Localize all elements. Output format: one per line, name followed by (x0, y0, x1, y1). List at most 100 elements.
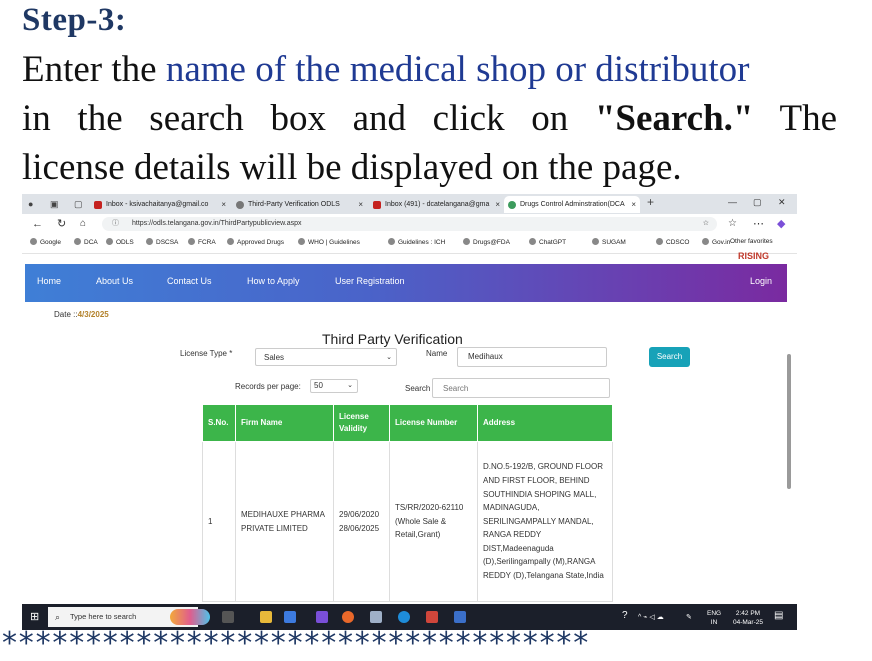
tab-gmail-2[interactable]: Inbox (491) - dcatelangana@gma × (369, 196, 504, 213)
nav-login[interactable]: Login (750, 276, 772, 286)
bookmark-item[interactable]: WHO | Guidelines (298, 238, 360, 246)
column-header[interactable]: Address (477, 404, 613, 442)
name-input[interactable]: Medihaux (457, 347, 607, 367)
table-search-input[interactable] (432, 378, 610, 398)
nav-about-us[interactable]: About Us (96, 276, 133, 286)
bookmark-item[interactable]: SUGAM (592, 238, 626, 246)
name-label: Name (426, 349, 448, 358)
nav-home[interactable]: Home (37, 276, 61, 286)
url-text: https://odls.telangana.gov.in/ThirdParty… (132, 220, 302, 227)
bookmark-icon (30, 238, 37, 245)
lang-top: ENG (707, 610, 722, 617)
cell-sno: 1 (202, 441, 236, 602)
profile-icon[interactable]: ● (28, 199, 38, 209)
nav-contact-us[interactable]: Contact Us (167, 276, 212, 286)
bookmark-icon (702, 238, 709, 245)
bookmark-icon (188, 238, 195, 245)
column-header[interactable]: License Validity (333, 404, 390, 442)
back-icon[interactable]: ← (32, 218, 43, 230)
scrollbar[interactable] (787, 354, 791, 489)
network-icon[interactable]: ✎ (686, 613, 692, 622)
bookmark-item[interactable]: FCRA (188, 238, 216, 246)
column-header[interactable]: Firm Name (235, 404, 334, 442)
widgets-icon[interactable] (170, 609, 210, 625)
dca-icon (508, 200, 516, 209)
copilot-app-icon[interactable] (284, 611, 296, 623)
minimize-icon[interactable]: — (728, 197, 737, 207)
bookmark-item[interactable]: ODLS (106, 238, 134, 246)
search-button[interactable]: Search (649, 347, 690, 367)
slide-title: Step-3: (22, 2, 127, 38)
close-icon[interactable]: × (631, 200, 636, 209)
bookmark-item[interactable]: CDSCO (656, 238, 689, 246)
results-table: S.No. Firm Name License Validity License… (202, 404, 613, 602)
bookmark-item[interactable]: DCA (74, 238, 98, 246)
bookmark-icon (298, 238, 305, 245)
language-indicator[interactable]: ENG IN (707, 609, 721, 627)
bookmark-item[interactable]: Guidelines : ICH (388, 238, 445, 246)
close-window-icon[interactable]: ✕ (778, 197, 786, 208)
site-info-icon[interactable]: ⓘ (112, 217, 119, 231)
tab-actions-icon[interactable]: ▢ (74, 199, 84, 209)
word-icon[interactable] (454, 611, 466, 623)
name-value: Medihaux (468, 352, 503, 361)
column-header[interactable]: License Number (389, 404, 478, 442)
gmail-icon (373, 200, 381, 209)
help-icon[interactable]: ? (622, 611, 628, 621)
favorites-icon[interactable]: ☆ (728, 218, 737, 230)
clock[interactable]: 2:42 PM 04-Mar-25 (730, 609, 766, 627)
instruction-text: Enter the (22, 49, 166, 90)
date-label: Date :: (54, 310, 78, 319)
close-icon[interactable]: × (358, 200, 363, 209)
bookmark-item[interactable]: DSCSA (146, 238, 178, 246)
header-strip: RISING (22, 251, 797, 264)
column-header[interactable]: S.No. (202, 404, 236, 442)
cell-firm-name: MEDIHAUXE PHARMA PRIVATE LIMITED (235, 441, 334, 602)
bookmark-item[interactable]: Approved Drugs (227, 238, 284, 246)
license-type-select[interactable]: Sales ⌄ (255, 348, 397, 366)
instruction-line-1: Enter the name of the medical shop or di… (22, 46, 837, 94)
close-icon[interactable]: × (495, 200, 500, 209)
home-icon[interactable]: ⌂ (80, 218, 86, 230)
bookmark-label: SUGAM (602, 239, 626, 246)
clock-date: 04-Mar-25 (733, 619, 763, 626)
windows-start-icon[interactable]: ⊞ (30, 611, 39, 623)
edge-icon[interactable] (398, 611, 410, 623)
file-explorer-icon[interactable] (260, 611, 272, 623)
instruction-search-word: "Search." (594, 98, 754, 139)
url-input[interactable]: ⓘ https://odls.telangana.gov.in/ThirdPart… (102, 217, 717, 231)
bookmark-item[interactable]: ChatGPT (529, 238, 566, 246)
chevron-down-icon: ⌄ (347, 382, 353, 389)
bookmark-icon (529, 238, 536, 245)
tab-third-party[interactable]: Third-Party Verification ODLS × (232, 196, 367, 213)
bookmark-label: WHO | Guidelines (308, 239, 360, 246)
pdf-icon[interactable] (426, 611, 438, 623)
close-icon[interactable]: × (221, 200, 226, 209)
bookmark-label: Approved Drugs (237, 239, 284, 246)
workspaces-icon[interactable]: ▣ (50, 199, 60, 209)
task-view-icon[interactable] (222, 611, 234, 623)
tab-gmail-1[interactable]: Inbox - ksivachaitanya@gmail.co × (90, 196, 230, 213)
firefox-icon[interactable] (342, 611, 354, 623)
refresh-icon[interactable]: ↻ (57, 218, 66, 230)
bookmark-item[interactable]: Drugs@FDA (463, 238, 510, 246)
bookmark-item[interactable]: Gov.in (702, 238, 730, 246)
app-icon[interactable] (370, 611, 382, 623)
new-tab-icon[interactable]: + (647, 196, 657, 208)
more-icon[interactable]: ⋯ (753, 218, 764, 230)
tray-icons[interactable]: ^ ⌁ ◁ ☁ (638, 613, 664, 622)
nav-user-registration[interactable]: User Registration (335, 276, 405, 286)
notification-icon[interactable]: ▤ (774, 611, 783, 621)
records-per-page-select[interactable]: 50 ⌄ (310, 379, 358, 393)
favorite-star-icon[interactable]: ☆ (703, 217, 709, 231)
tab-dca[interactable]: Drugs Control Adminstration(DCA × (504, 196, 640, 213)
maximize-icon[interactable]: ▢ (753, 197, 762, 208)
bookmark-item[interactable]: Google (30, 238, 61, 246)
bookmark-label: ODLS (116, 239, 134, 246)
instruction-text: in the search box and click on (22, 98, 595, 139)
other-favorites[interactable]: Other favorites (730, 238, 773, 245)
teams-icon[interactable] (316, 611, 328, 623)
nav-how-to-apply[interactable]: How to Apply (247, 276, 300, 286)
bookmark-label: CDSCO (666, 239, 690, 246)
copilot-icon[interactable]: ◆ (777, 218, 785, 230)
